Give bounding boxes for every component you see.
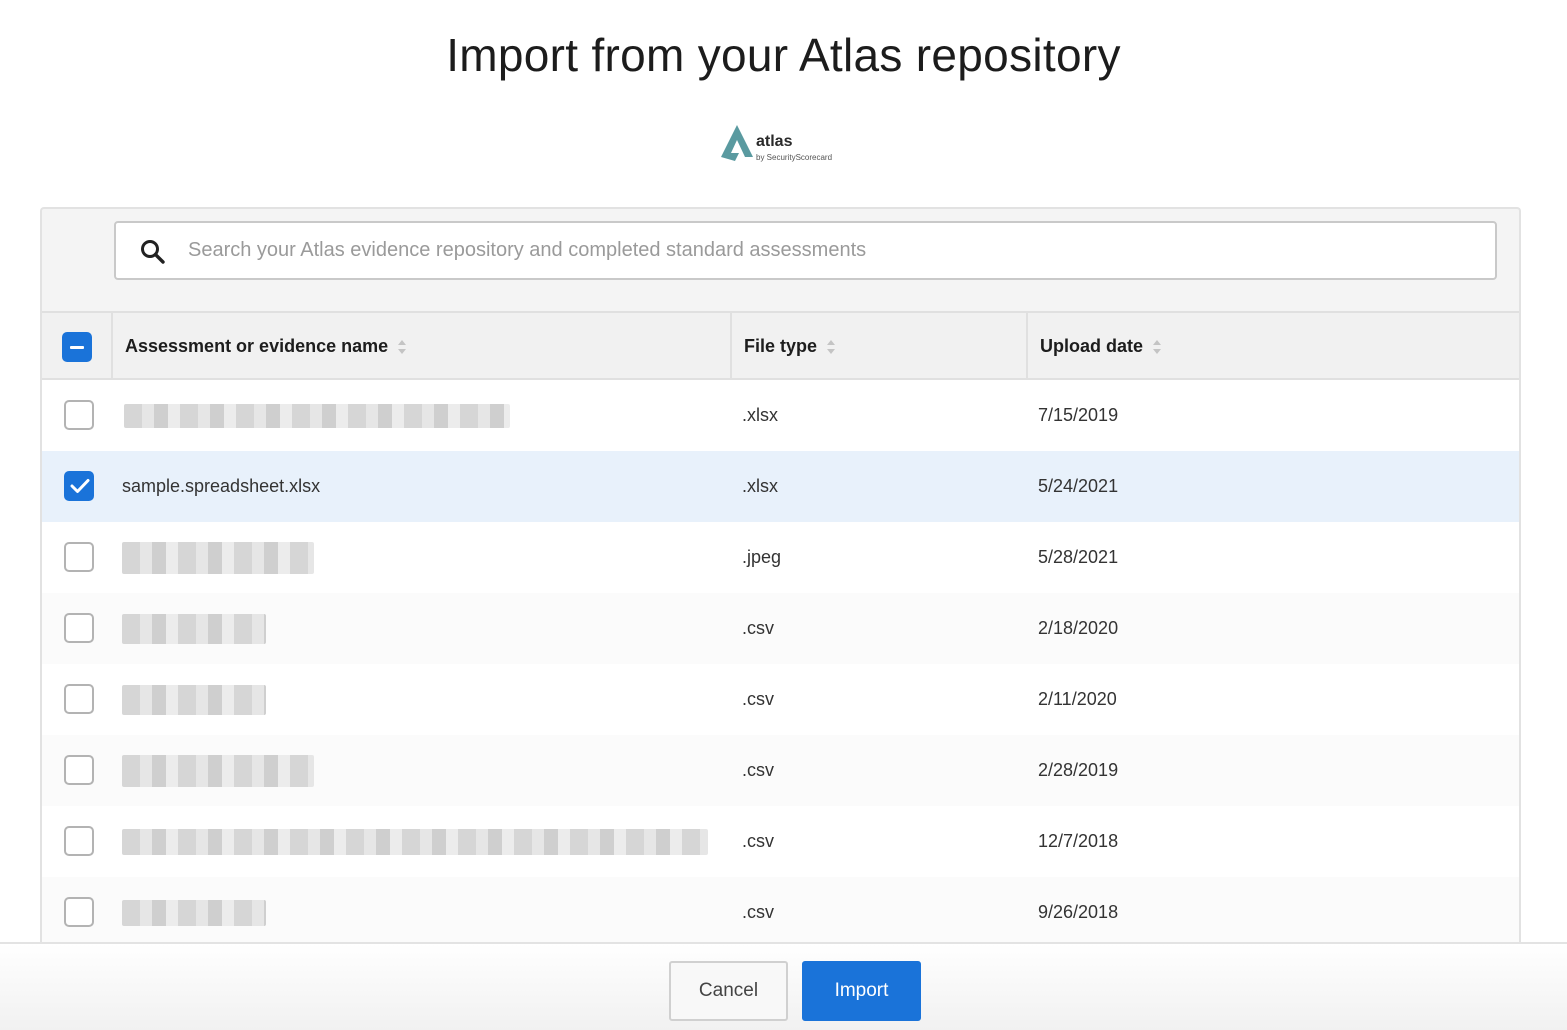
row-file-type: .xlsx — [742, 405, 778, 425]
sort-icon[interactable] — [398, 339, 407, 354]
table-row[interactable]: .csv 2/11/2020 — [42, 664, 1519, 735]
row-upload-date: 2/18/2020 — [1038, 618, 1119, 638]
row-file-type: .csv — [742, 902, 775, 922]
select-all-checkbox[interactable] — [61, 331, 92, 362]
row-checkbox[interactable] — [64, 684, 94, 714]
row-file-type: .xlsx — [742, 476, 778, 496]
column-header-label: Upload date — [1040, 336, 1144, 356]
row-file-type: .csv — [742, 618, 775, 638]
redacted-name — [122, 828, 708, 855]
table-row[interactable]: .csv 9/26/2018 — [42, 877, 1519, 948]
row-upload-date: 7/15/2019 — [1038, 405, 1119, 425]
atlas-logo: atlas by SecurityScorecard — [720, 122, 850, 166]
row-name-cell — [122, 735, 712, 806]
redacted-name — [122, 684, 266, 715]
row-upload-date: 2/28/2019 — [1038, 760, 1119, 780]
row-checkbox[interactable] — [64, 400, 94, 430]
column-header-label: Assessment or evidence name — [125, 336, 389, 356]
search-icon — [141, 240, 165, 264]
table-row[interactable]: .csv 2/18/2020 — [42, 593, 1519, 664]
row-name-cell — [122, 593, 712, 664]
sort-icon[interactable] — [1153, 339, 1162, 354]
table-header: Assessment or evidence name File type Up… — [42, 311, 1519, 380]
table-row[interactable]: .csv 12/7/2018 — [42, 806, 1519, 877]
cancel-button[interactable]: Cancel — [669, 961, 788, 1021]
column-header-upload-date[interactable]: Upload date — [1028, 313, 1519, 380]
row-checkbox[interactable] — [64, 542, 94, 572]
column-header-name[interactable]: Assessment or evidence name — [113, 313, 732, 380]
table-row[interactable]: .jpeg 5/28/2021 — [42, 522, 1519, 593]
redacted-name — [122, 541, 314, 574]
row-upload-date: 9/26/2018 — [1038, 902, 1119, 922]
logo-wordmark: atlas — [756, 133, 793, 150]
dialog-title: Import from your Atlas repository — [446, 29, 1121, 81]
search-box[interactable] — [114, 221, 1497, 280]
row-checkbox[interactable] — [64, 613, 94, 643]
row-checkbox[interactable] — [64, 755, 94, 785]
table-row[interactable]: .xlsx 7/15/2019 — [42, 380, 1519, 451]
row-upload-date: 5/24/2021 — [1038, 476, 1119, 496]
row-upload-date: 5/28/2021 — [1038, 547, 1119, 567]
atlas-mark-icon — [721, 125, 753, 161]
redacted-name — [124, 403, 510, 428]
search-input[interactable] — [188, 223, 1478, 278]
table-row[interactable]: .csv 2/28/2019 — [42, 735, 1519, 806]
table-body: .xlsx 7/15/2019 sample.spreadsheet.xlsx … — [42, 380, 1519, 948]
import-button[interactable]: Import — [802, 961, 921, 1021]
row-file-type: .csv — [742, 831, 775, 851]
row-name-cell — [122, 380, 712, 451]
table-row-selected[interactable]: sample.spreadsheet.xlsx .xlsx 5/24/2021 — [42, 451, 1519, 522]
column-header-file-type[interactable]: File type — [732, 313, 1028, 380]
select-all-cell — [42, 313, 113, 380]
redacted-name — [122, 899, 266, 926]
column-header-label: File type — [744, 336, 818, 356]
redacted-name — [122, 754, 314, 787]
row-checkbox-checked[interactable] — [64, 471, 94, 501]
row-name-cell — [122, 806, 712, 877]
row-checkbox[interactable] — [64, 826, 94, 856]
sort-icon[interactable] — [827, 339, 836, 354]
row-checkbox[interactable] — [64, 897, 94, 927]
row-file-type: .jpeg — [742, 547, 782, 567]
row-upload-date: 2/11/2020 — [1038, 689, 1117, 709]
row-name-cell — [122, 877, 712, 948]
repository-panel: Assessment or evidence name File type Up… — [40, 207, 1521, 1007]
row-name-cell — [122, 522, 712, 593]
dialog-footer: Cancel Import — [0, 942, 1567, 1030]
row-name-cell — [122, 664, 712, 735]
row-name-cell: sample.spreadsheet.xlsx — [122, 476, 321, 496]
row-file-type: .csv — [742, 689, 775, 709]
checkmark-icon — [70, 479, 90, 493]
row-upload-date: 12/7/2018 — [1038, 831, 1119, 851]
row-file-type: .csv — [742, 760, 775, 780]
logo-tagline: by SecurityScorecard — [756, 153, 833, 162]
redacted-name — [122, 613, 266, 644]
